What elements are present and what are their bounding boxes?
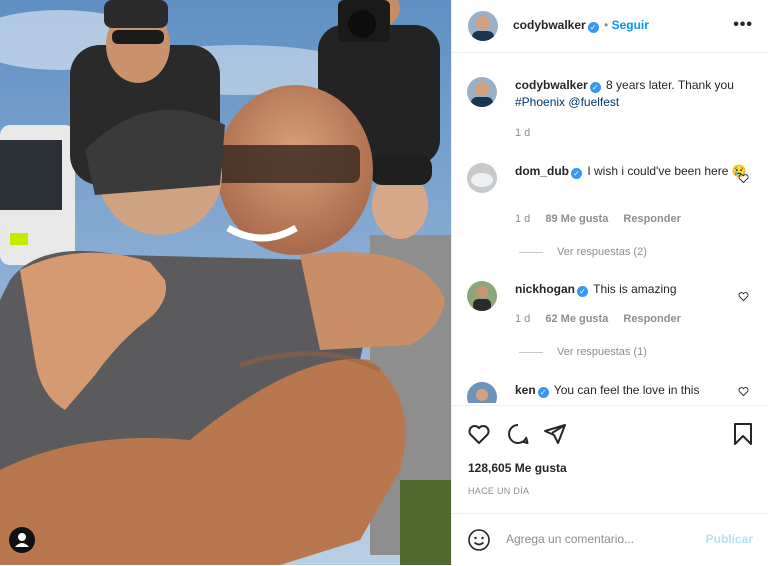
- comment-text: This is amazing: [590, 282, 677, 296]
- avatar[interactable]: [467, 77, 497, 107]
- add-comment-bar: Agrega un comentario... Publicar: [452, 513, 768, 566]
- avatar[interactable]: [467, 163, 497, 193]
- view-replies-button[interactable]: Ver respuestas (1): [519, 344, 647, 361]
- avatar[interactable]: [467, 382, 497, 403]
- reply-button[interactable]: Responder: [623, 313, 680, 325]
- comment-like-icon[interactable]: [738, 386, 749, 397]
- caption-username[interactable]: codybwalker: [515, 78, 588, 92]
- comment-like-icon[interactable]: [738, 291, 749, 302]
- comment-input[interactable]: Agrega un comentario...: [506, 532, 634, 546]
- post-photo[interactable]: [0, 0, 451, 565]
- follow-button[interactable]: Seguir: [612, 18, 649, 32]
- verified-icon: ✓: [587, 22, 599, 33]
- post-side-panel: codybwalker ✓ • Seguir ••• codybwalker ✓ 8…: [451, 0, 768, 565]
- photo-illustration: [0, 0, 451, 565]
- comment-username[interactable]: dom_dub: [515, 164, 569, 178]
- comments-section[interactable]: codybwalker ✓ 8 years later. Thank you #P…: [452, 53, 768, 403]
- emoji-icon[interactable]: [467, 528, 491, 552]
- comment-time: 1 d: [515, 313, 531, 325]
- reply-button[interactable]: Responder: [623, 213, 680, 225]
- comment-username[interactable]: ken: [515, 383, 536, 397]
- separator-dot: •: [604, 18, 612, 32]
- caption-time: 1 d: [515, 127, 531, 139]
- comment-likes[interactable]: 62 Me gusta: [545, 313, 608, 325]
- more-options-icon[interactable]: •••: [733, 16, 753, 34]
- tagged-user-icon[interactable]: [9, 527, 35, 553]
- header-user: codybwalker ✓ • Seguir: [513, 18, 649, 33]
- hashtag-link[interactable]: #Phoenix: [515, 95, 565, 109]
- verified-icon: ✓: [571, 168, 582, 179]
- comment-text: You can feel the love in this: [550, 383, 700, 397]
- caption-text: 8 years later. Thank you: [602, 78, 734, 92]
- comment-time: 1 d: [515, 213, 531, 225]
- verified-icon: ✓: [537, 387, 549, 398]
- comment-text: I wish i could've been here: [584, 164, 729, 178]
- verified-icon: ✓: [589, 82, 601, 93]
- share-icon[interactable]: [543, 422, 567, 446]
- publish-button[interactable]: Publicar: [706, 532, 753, 546]
- bookmark-icon[interactable]: [732, 422, 754, 446]
- mention-link[interactable]: @fuelfest: [568, 95, 619, 109]
- verified-icon: ✓: [577, 286, 589, 297]
- likes-count[interactable]: 128,605 Me gusta: [468, 461, 567, 475]
- avatar[interactable]: [468, 11, 498, 41]
- post-date: HACE UN DÍA: [468, 486, 530, 496]
- comment-username[interactable]: nickhogan: [515, 282, 575, 296]
- header-username[interactable]: codybwalker: [513, 18, 586, 32]
- avatar[interactable]: [467, 281, 497, 311]
- comment-icon[interactable]: [506, 422, 530, 446]
- post-actions: 128,605 Me gusta HACE UN DÍA: [452, 405, 768, 514]
- comment-likes[interactable]: 89 Me gusta: [545, 213, 608, 225]
- comment-like-icon[interactable]: [738, 173, 749, 184]
- heart-icon[interactable]: [467, 422, 491, 446]
- view-replies-button[interactable]: Ver respuestas (2): [519, 244, 647, 261]
- instagram-post: codybwalker ✓ • Seguir ••• codybwalker ✓ 8…: [0, 0, 768, 565]
- post-header: codybwalker ✓ • Seguir •••: [452, 0, 768, 53]
